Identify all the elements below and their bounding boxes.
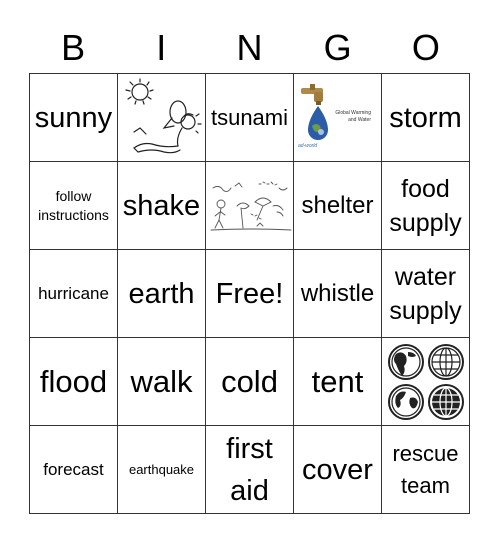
bingo-cell-forecast[interactable]: forecast <box>30 426 118 514</box>
cell-label: hurricane <box>38 283 109 303</box>
caption-line: Global Warming <box>335 110 371 116</box>
cell-label: tsunami <box>210 104 289 130</box>
cell-label: tent <box>311 363 364 399</box>
bingo-cell-cover[interactable]: cover <box>294 426 382 514</box>
cell-label-line: water <box>394 262 457 291</box>
bingo-cell-follow-instructions[interactable]: follow instructions <box>30 162 118 250</box>
bingo-cell-windy-storm-image[interactable] <box>206 162 294 250</box>
bingo-cell-whistle[interactable]: whistle <box>294 250 382 338</box>
bingo-cell-food-supply[interactable]: food supply <box>382 162 470 250</box>
cell-label: walk <box>130 363 193 399</box>
header-letter-g: G <box>323 27 352 68</box>
cell-label: shake <box>122 189 201 222</box>
cell-label: follow instructions <box>38 187 109 225</box>
sunburn-sunbathing-person-icon <box>120 76 204 160</box>
brand-logo: ad-world <box>298 143 318 149</box>
header-letter-o: O <box>411 27 440 68</box>
cell-label: earthquake <box>128 462 195 477</box>
bingo-cell-earth[interactable]: earth <box>118 250 206 338</box>
cell-label: flood <box>39 363 108 399</box>
cell-label: water supply <box>389 260 461 328</box>
cell-label: first aid <box>226 428 273 512</box>
header-letter-i: I <box>156 27 167 68</box>
header-letter-b: B <box>61 27 86 68</box>
global-warming-water-faucet-icon <box>298 82 338 150</box>
bingo-cell-walk[interactable]: walk <box>118 338 206 426</box>
cell-label-line: follow <box>55 187 92 204</box>
cell-label: sunny <box>34 101 113 134</box>
cell-label-line: instructions <box>38 206 109 223</box>
free-space-label: Free! <box>215 277 284 310</box>
bingo-cell-tsunami[interactable]: tsunami <box>206 74 294 162</box>
cell-label-line: first <box>226 432 273 465</box>
cell-label-line: supply <box>389 296 462 325</box>
header-letter-n: N <box>236 27 263 68</box>
bingo-cell-tent[interactable]: tent <box>294 338 382 426</box>
bingo-cell-rescue-team[interactable]: rescue team <box>382 426 470 514</box>
bingo-cell-sunny[interactable]: sunny <box>30 74 118 162</box>
cell-label-line: rescue <box>392 440 459 466</box>
bingo-cell-shake[interactable]: shake <box>118 162 206 250</box>
bingo-header: B I N G O <box>29 24 470 72</box>
bingo-cell-earthquake[interactable]: earthquake <box>118 426 206 514</box>
bingo-cell-storm[interactable]: storm <box>382 74 470 162</box>
cell-label: shelter <box>301 191 374 219</box>
cell-label: storm <box>389 101 462 134</box>
cell-label-line: supply <box>389 208 462 237</box>
cell-label: rescue team <box>392 438 458 502</box>
cell-label: forecast <box>43 459 104 479</box>
bingo-cell-cold[interactable]: cold <box>206 338 294 426</box>
bingo-cell-first-aid[interactable]: first aid <box>206 426 294 514</box>
bingo-cell-global-warming-image[interactable]: Global Warming and Water ad-world <box>294 74 382 162</box>
cell-label: food supply <box>389 172 461 240</box>
cell-label: cover <box>302 453 373 486</box>
cell-label-line: food <box>401 174 450 203</box>
four-globes-icon <box>386 342 466 422</box>
global-warming-caption: Global Warming and Water <box>335 110 371 124</box>
bingo-cell-shelter[interactable]: shelter <box>294 162 382 250</box>
bingo-cell-water-supply[interactable]: water supply <box>382 250 470 338</box>
bingo-cell-sunburn-image[interactable] <box>118 74 206 162</box>
caption-line: and Water <box>348 117 371 123</box>
bingo-cell-hurricane[interactable]: hurricane <box>30 250 118 338</box>
cell-label: cold <box>221 363 278 399</box>
bingo-cell-flood[interactable]: flood <box>30 338 118 426</box>
cell-label: whistle <box>300 279 375 307</box>
cell-label: earth <box>128 277 195 310</box>
bingo-cell-globes-image[interactable] <box>382 338 470 426</box>
bingo-grid: sunny tsunami Global Warming and Water a… <box>29 73 470 514</box>
windy-storm-scene-icon <box>207 176 293 236</box>
cell-label-line: aid <box>230 474 269 507</box>
cell-label-line: team <box>401 472 450 498</box>
bingo-cell-free-space[interactable]: Free! <box>206 250 294 338</box>
